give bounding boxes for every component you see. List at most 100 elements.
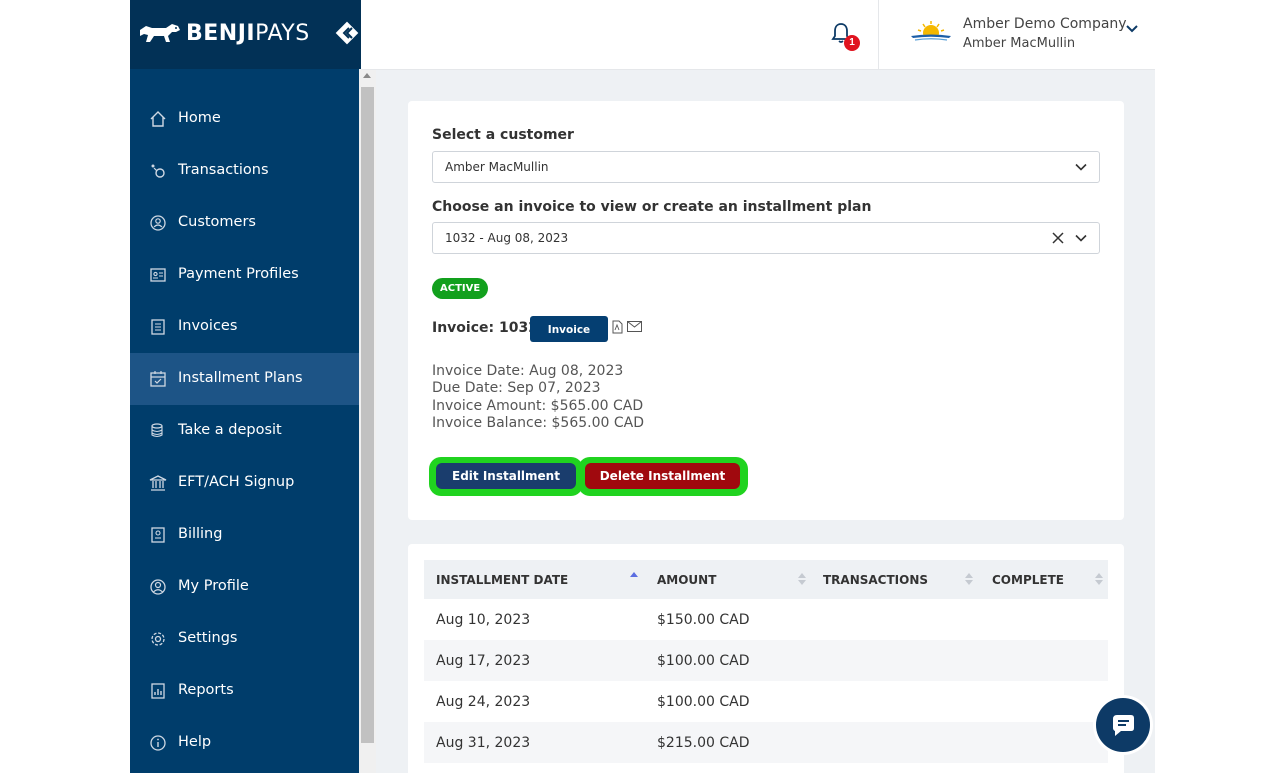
- invoices-icon: [151, 319, 165, 335]
- header-divider: [878, 0, 879, 69]
- sidebar-item-customers[interactable]: Customers: [130, 197, 359, 249]
- column-header-complete[interactable]: COMPLETE: [992, 573, 1064, 587]
- sidebar-item-label: Installment Plans: [178, 370, 303, 386]
- delete-installment-plan-button[interactable]: Delete Installment Plan: [585, 463, 740, 509]
- sidebar-item-help[interactable]: Help: [130, 717, 359, 769]
- chat-bubble-icon: [1113, 715, 1134, 736]
- clear-icon[interactable]: [1051, 231, 1065, 245]
- sort-icon[interactable]: [1095, 572, 1103, 586]
- column-header-amount[interactable]: AMOUNT: [657, 573, 716, 587]
- customer-label: Select a customer: [432, 127, 574, 143]
- amount-cell: $100.00 CAD: [657, 694, 750, 710]
- customers-icon: [150, 215, 166, 231]
- due-date: Due Date: Sep 07, 2023: [432, 380, 601, 396]
- email-icon[interactable]: [627, 321, 642, 332]
- installment-date-cell: Aug 10, 2023: [436, 612, 531, 628]
- sidebar-item-label: Payment Profiles: [178, 266, 299, 282]
- invoice-title: Invoice: 1032: [432, 320, 538, 336]
- info-icon: [150, 735, 166, 751]
- benji-dog-logo-icon: [140, 24, 180, 42]
- amount-cell: $100.00 CAD: [657, 653, 750, 669]
- table-row: Aug 24, 2023 $100.00 CAD: [424, 681, 1108, 722]
- table-row: Aug 17, 2023 $100.00 CAD: [424, 640, 1108, 681]
- sidebar-item-take-a-deposit[interactable]: Take a deposit: [130, 405, 359, 457]
- amount-cell: $215.00 CAD: [657, 735, 750, 751]
- table-row: Aug 10, 2023 $150.00 CAD: [424, 599, 1108, 640]
- sidebar-item-label: Invoices: [178, 318, 238, 334]
- payment-profiles-icon: [150, 268, 166, 282]
- sidebar-item-billing[interactable]: Billing: [130, 509, 359, 561]
- profile-icon: [150, 579, 166, 595]
- sidebar-item-installment-plans[interactable]: Installment Plans: [130, 353, 359, 405]
- company-name: Amber Demo Company: [963, 16, 1127, 32]
- invoice-select[interactable]: 1032 - Aug 08, 2023: [432, 222, 1100, 254]
- company-logo-sunset-icon: [909, 21, 953, 46]
- user-name: Amber MacMullin: [963, 36, 1076, 51]
- sidebar-item-settings[interactable]: Settings: [130, 613, 359, 665]
- chevron-down-icon[interactable]: [1075, 232, 1087, 244]
- invoice-date: Invoice Date: Aug 08, 2023: [432, 363, 624, 379]
- column-header-transactions[interactable]: TRANSACTIONS: [823, 573, 928, 587]
- chevron-down-icon[interactable]: [1125, 22, 1139, 36]
- sidebar-item-home[interactable]: Home: [130, 93, 359, 145]
- billing-icon: [151, 527, 165, 543]
- chat-help-button[interactable]: [1093, 695, 1153, 755]
- sidebar-item-eft-ach-signup[interactable]: EFT/ACH Signup: [130, 457, 359, 509]
- sidebar-item-invoices[interactable]: Invoices: [130, 301, 359, 353]
- installment-table: INSTALLMENT DATE AMOUNT TRANSACTIONS COM…: [424, 560, 1108, 763]
- scroll-up-arrow-icon[interactable]: [363, 73, 371, 78]
- customer-select-value: Amber MacMullin: [445, 160, 549, 174]
- installment-table-card: INSTALLMENT DATE AMOUNT TRANSACTIONS COM…: [408, 544, 1124, 773]
- invoice-details-card: Select a customer Amber MacMullin Choose…: [408, 101, 1124, 520]
- sidebar-item-transactions[interactable]: Transactions: [130, 145, 359, 197]
- sidebar-item-label: Transactions: [178, 162, 269, 178]
- scrollbar-thumb[interactable]: [361, 87, 374, 743]
- sidebar-item-label: EFT/ACH Signup: [178, 474, 295, 490]
- coins-icon: [151, 423, 163, 438]
- status-badge: ACTIVE: [432, 278, 489, 299]
- top-header: 1 Amber Demo Company Amber MacMullin: [361, 0, 1155, 70]
- table-row: Aug 31, 2023 $215.00 CAD: [424, 722, 1108, 763]
- sidebar-item-label: Take a deposit: [178, 422, 282, 438]
- sidebar-nav: Home Transactions Customers Payment Prof…: [130, 93, 359, 769]
- sidebar-item-label: Settings: [178, 630, 238, 646]
- brand-bar: BENJIPAYS: [130, 0, 361, 69]
- sidebar-item-payment-profiles[interactable]: Payment Profiles: [130, 249, 359, 301]
- customer-select[interactable]: Amber MacMullin: [432, 151, 1100, 183]
- collapse-sidebar-icon[interactable]: [334, 20, 360, 46]
- brand-name: BENJIPAYS: [186, 21, 310, 46]
- sidebar-scrollbar[interactable]: [359, 69, 376, 773]
- table-header: INSTALLMENT DATE AMOUNT TRANSACTIONS COM…: [424, 560, 1108, 599]
- sidebar: BENJIPAYS Home Transactions Customers Pa…: [130, 0, 361, 773]
- edit-installment-plan-button[interactable]: Edit Installment Plan: [436, 463, 576, 509]
- sidebar-item-my-profile[interactable]: My Profile: [130, 561, 359, 613]
- sort-icon[interactable]: [965, 572, 973, 586]
- sidebar-item-label: Billing: [178, 526, 223, 542]
- sort-ascending-icon[interactable]: [630, 572, 638, 582]
- installment-date-cell: Aug 17, 2023: [436, 653, 531, 669]
- sidebar-item-label: My Profile: [178, 578, 249, 594]
- transactions-icon: [151, 164, 165, 178]
- amount-cell: $150.00 CAD: [657, 612, 750, 628]
- invoice-select-value: 1032 - Aug 08, 2023: [445, 231, 569, 245]
- sidebar-item-reports[interactable]: Reports: [130, 665, 359, 717]
- sidebar-item-label: Help: [178, 734, 212, 750]
- gear-icon: [151, 632, 165, 646]
- home-icon: [150, 111, 166, 127]
- pdf-file-icon[interactable]: [612, 320, 623, 334]
- reports-icon: [151, 683, 165, 699]
- column-header-installment-date[interactable]: INSTALLMENT DATE: [436, 573, 568, 587]
- invoice-balance: Invoice Balance: $565.00 CAD: [432, 415, 644, 431]
- sort-icon[interactable]: [798, 572, 806, 586]
- calendar-icon: [150, 371, 166, 387]
- sidebar-item-label: Home: [178, 110, 221, 126]
- installment-date-cell: Aug 31, 2023: [436, 735, 531, 751]
- invoice-label: Choose an invoice to view or create an i…: [432, 199, 872, 215]
- invoice-pdf-button[interactable]: Invoice PDF: [530, 316, 608, 362]
- app: BENJIPAYS Home Transactions Customers Pa…: [130, 0, 1155, 773]
- chat-help-button-inner: [1096, 698, 1150, 752]
- invoice-amount: Invoice Amount: $565.00 CAD: [432, 398, 644, 414]
- bank-icon: [149, 475, 167, 491]
- notification-badge: 1: [844, 35, 860, 51]
- chevron-down-icon[interactable]: [1075, 161, 1087, 173]
